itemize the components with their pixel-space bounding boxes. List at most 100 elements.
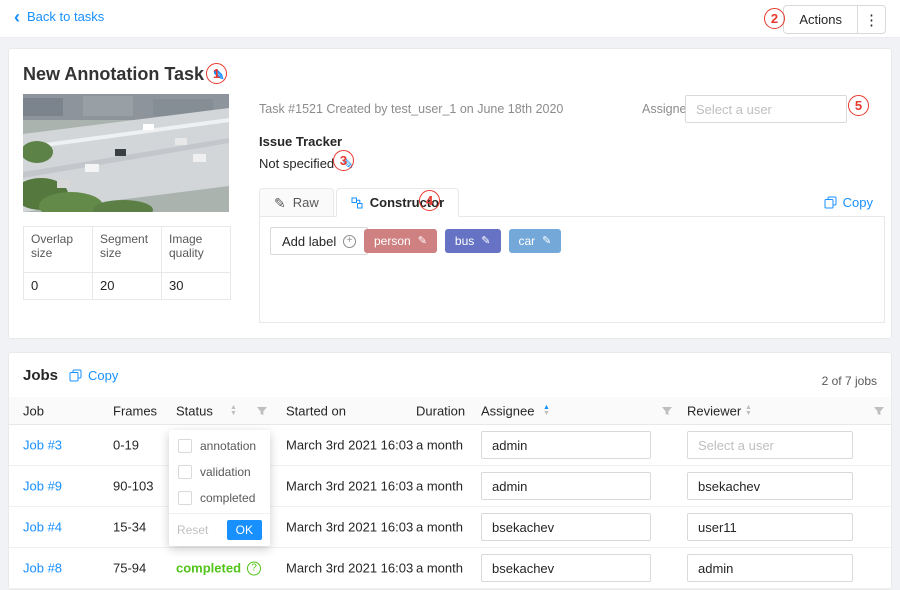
column-header-job: Job <box>23 403 44 418</box>
job-row-8: Job #8 75-94 completed ? March 3rd 2021 … <box>9 548 891 589</box>
job-row-3: Job #3 0-19 March 3rd 2021 16:03 a month <box>9 425 891 466</box>
job-started-on: March 3rd 2021 16:03 <box>286 479 413 494</box>
filter-option-annotation[interactable]: annotation <box>169 433 270 459</box>
job-frames: 75-94 <box>113 561 146 576</box>
tab-raw[interactable]: ✎ Raw <box>259 188 334 217</box>
jobs-header-row: Jobs Copy <box>23 367 118 384</box>
task-parameters-table: Overlap size Segment size Image quality … <box>23 226 231 300</box>
filter-reset-button[interactable]: Reset <box>177 523 208 537</box>
job-reviewer-input[interactable] <box>687 554 853 582</box>
filter-option-label: completed <box>200 491 255 505</box>
edit-label-icon: ✎ <box>481 236 490 247</box>
raw-pencil-icon: ✎ <box>274 196 286 210</box>
param-value-quality: 30 <box>162 273 231 300</box>
job-row-9: Job #9 90-103 March 3rd 2021 16:03 a mon… <box>9 466 891 507</box>
add-label-button[interactable]: Add label + <box>270 227 368 255</box>
label-badge-person[interactable]: person ✎ <box>364 229 437 253</box>
job-link[interactable]: Job #4 <box>23 520 62 535</box>
labels-constructor-panel: Add label + person ✎ bus ✎ car ✎ <box>259 216 885 323</box>
column-header-duration: Duration <box>416 403 465 418</box>
label-person-name: person <box>374 234 411 248</box>
job-assignee-input[interactable] <box>481 431 651 459</box>
job-duration: a month <box>416 520 463 535</box>
status-sort-control[interactable]: ▲ ▼ <box>230 405 237 417</box>
annotation-circle-2: 2 <box>764 8 785 29</box>
caret-down-icon: ▼ <box>230 411 237 417</box>
label-car-name: car <box>519 234 536 248</box>
filter-option-label: annotation <box>200 439 256 453</box>
job-link[interactable]: Job #8 <box>23 561 62 576</box>
job-started-on: March 3rd 2021 16:03 <box>286 520 413 535</box>
job-duration: a month <box>416 561 463 576</box>
annotation-circle-3: 3 <box>333 150 354 171</box>
task-details-card: New Annotation Task ✎ Overlap s <box>8 48 892 339</box>
label-badge-bus[interactable]: bus ✎ <box>445 229 501 253</box>
job-assignee-input[interactable] <box>481 554 651 582</box>
job-link[interactable]: Job #9 <box>23 479 62 494</box>
param-value-segment: 20 <box>93 273 162 300</box>
status-filter-icon[interactable] <box>256 405 268 417</box>
copy-labels-button[interactable]: Copy <box>824 195 873 210</box>
status-filter-dropdown: annotation validation completed Reset OK <box>169 430 270 546</box>
reviewer-sort-control[interactable]: ▲ ▼ <box>745 405 752 417</box>
checkbox-annotation[interactable] <box>178 439 192 453</box>
issue-tracker-label: Issue Tracker <box>259 134 342 149</box>
param-header-quality: Image quality <box>162 227 231 273</box>
reviewer-filter-icon[interactable] <box>873 405 885 417</box>
page-title: New Annotation Task <box>23 64 204 85</box>
copy-icon <box>824 196 837 209</box>
plus-circle-icon: + <box>343 235 356 248</box>
job-frames: 15-34 <box>113 520 146 535</box>
task-preview-image <box>23 94 229 212</box>
more-vertical-icon: ⋮ <box>864 11 879 29</box>
jobs-table-header: Job Frames Status ▲ ▼ Started on Duratio… <box>9 397 891 425</box>
job-link[interactable]: Job #3 <box>23 438 62 453</box>
job-duration: a month <box>416 479 463 494</box>
checkbox-completed[interactable] <box>178 491 192 505</box>
job-assignee-input[interactable] <box>481 513 651 541</box>
actions-button[interactable]: Actions <box>784 6 857 33</box>
task-title-row: New Annotation Task ✎ <box>23 64 225 85</box>
assignee-sort-control[interactable]: ▲ ▼ <box>543 405 550 417</box>
param-value-overlap: 0 <box>24 273 93 300</box>
edit-label-icon: ✎ <box>418 236 427 247</box>
more-actions-button[interactable]: ⋮ <box>857 6 885 33</box>
job-row-4: Job #4 15-34 March 3rd 2021 16:03 a mont… <box>9 507 891 548</box>
job-reviewer-input[interactable] <box>687 472 853 500</box>
task-assignee-input[interactable] <box>685 95 847 123</box>
column-header-reviewer[interactable]: Reviewer <box>687 403 741 418</box>
job-frames: 90-103 <box>113 479 153 494</box>
label-bus-name: bus <box>455 234 474 248</box>
assignee-filter-icon[interactable] <box>661 405 673 417</box>
column-header-frames: Frames <box>113 403 157 418</box>
param-header-segment: Segment size <box>93 227 162 273</box>
task-meta-text: Task #1521 Created by test_user_1 on Jun… <box>259 102 563 116</box>
param-header-overlap: Overlap size <box>24 227 93 273</box>
job-started-on: March 3rd 2021 16:03 <box>286 561 413 576</box>
caret-down-icon: ▼ <box>745 411 752 417</box>
column-header-status[interactable]: Status <box>176 403 213 418</box>
column-header-started-on: Started on <box>286 403 346 418</box>
caret-down-icon: ▼ <box>543 411 550 417</box>
jobs-count-label: 2 of 7 jobs <box>822 374 877 388</box>
label-badge-car[interactable]: car ✎ <box>509 229 562 253</box>
job-assignee-input[interactable] <box>481 472 651 500</box>
constructor-icon <box>351 197 363 209</box>
job-reviewer-input[interactable] <box>687 431 853 459</box>
add-label-text: Add label <box>282 234 336 249</box>
filter-option-completed[interactable]: completed <box>169 485 270 511</box>
tab-constructor[interactable]: Constructor <box>336 188 459 217</box>
job-frames: 0-19 <box>113 438 139 453</box>
job-reviewer-input[interactable] <box>687 513 853 541</box>
filter-footer: Reset OK <box>169 513 270 546</box>
checkbox-validation[interactable] <box>178 465 192 479</box>
filter-ok-button[interactable]: OK <box>227 520 262 540</box>
copy-jobs-button[interactable]: Copy <box>69 368 118 383</box>
column-header-assignee[interactable]: Assignee <box>481 403 534 418</box>
actions-button-group: Actions ⋮ <box>783 5 886 34</box>
copy-jobs-label: Copy <box>88 368 118 383</box>
annotation-circle-1: 1 <box>206 63 227 84</box>
back-to-tasks-link[interactable]: ‹ Back to tasks <box>14 9 104 24</box>
status-help-icon[interactable]: ? <box>247 561 261 575</box>
filter-option-validation[interactable]: validation <box>169 459 270 485</box>
